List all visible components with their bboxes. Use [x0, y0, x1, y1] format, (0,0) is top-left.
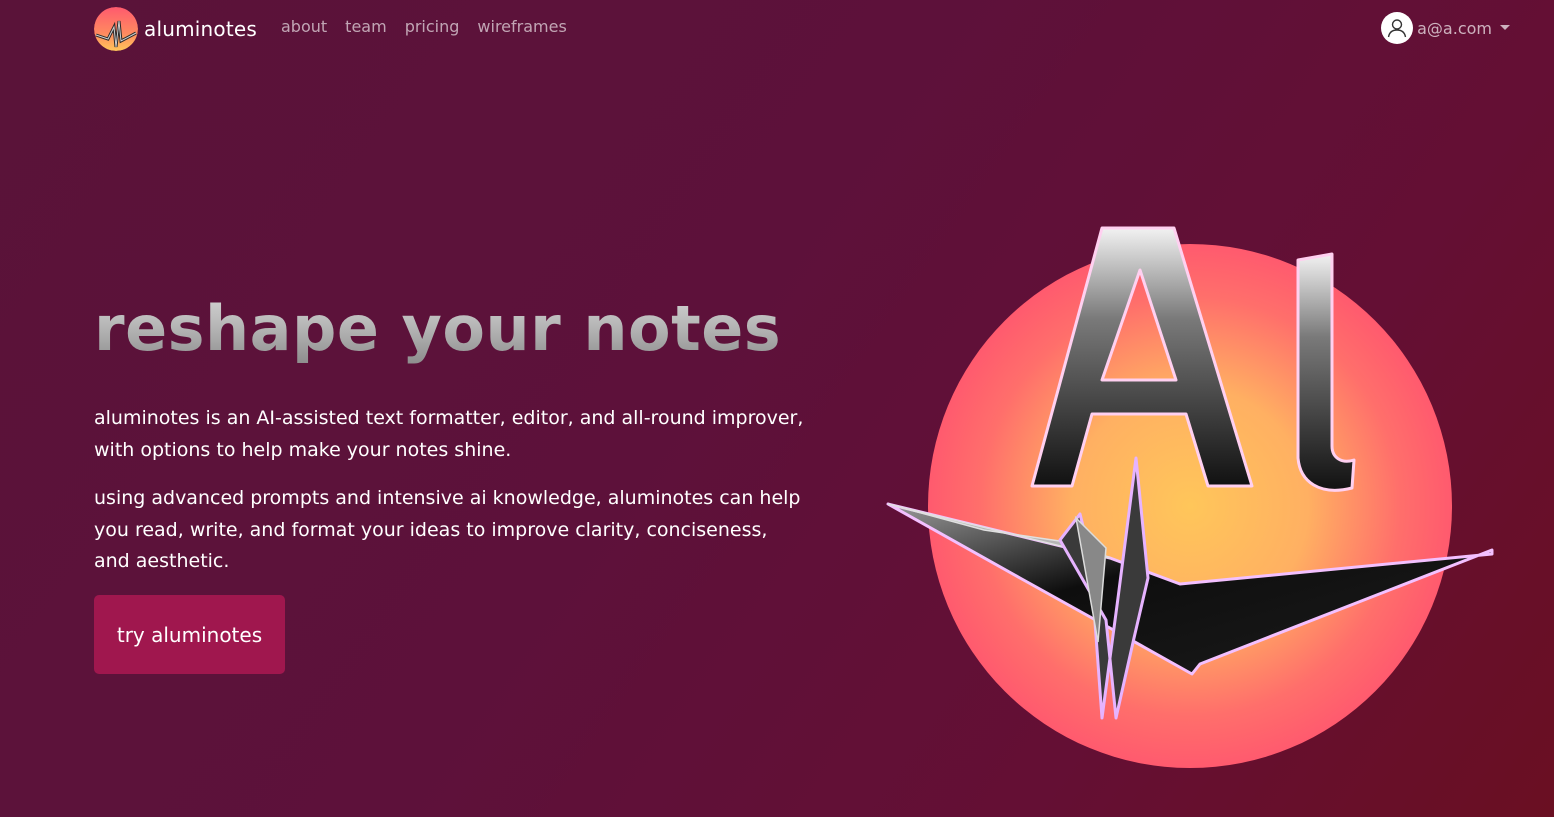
nav-links: about team pricing wireframes — [281, 17, 585, 36]
ai-crane-illustration — [880, 218, 1500, 778]
hero-title: reshape your notes — [94, 292, 782, 365]
navbar: aluminotes about team pricing wireframes… — [0, 0, 1554, 56]
nav-link-wireframes[interactable]: wireframes — [477, 17, 566, 36]
try-aluminotes-button[interactable]: try aluminotes — [94, 595, 285, 674]
hero-description: aluminotes is an AI-assisted text format… — [94, 407, 804, 461]
nav-link-team[interactable]: team — [345, 17, 387, 36]
user-email: a@a.com — [1417, 18, 1492, 38]
nav-link-pricing[interactable]: pricing — [405, 17, 460, 36]
brand-name: aluminotes — [144, 17, 258, 41]
caret-down-icon — [1500, 24, 1510, 30]
user-menu-dropdown[interactable]: a@a.com — [1381, 12, 1510, 44]
nav-link-about[interactable]: about — [281, 17, 327, 36]
user-icon — [1381, 12, 1414, 44]
ai-crane-logo-icon — [94, 7, 138, 51]
hero-details: using advanced prompts and intensive ai … — [94, 487, 801, 572]
brand-link[interactable]: aluminotes — [94, 6, 257, 52]
